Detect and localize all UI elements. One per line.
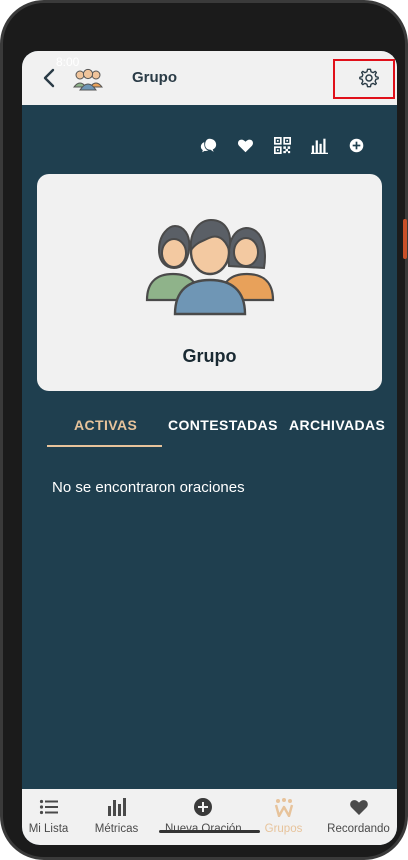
group-avatar-icon bbox=[72, 68, 104, 91]
chat-bubbles-icon[interactable] bbox=[200, 137, 217, 154]
gear-icon[interactable] bbox=[358, 67, 380, 89]
nav-mi-lista[interactable]: Mi Lista bbox=[22, 797, 86, 835]
nav-label: Mi Lista bbox=[28, 823, 69, 835]
home-indicator[interactable] bbox=[159, 830, 260, 833]
plus-circle-icon bbox=[193, 798, 212, 816]
page-title: Grupo bbox=[132, 69, 177, 86]
phone-frame: 8:00 Grupo Grupo ACTIVAS CONTESTADAS ARC… bbox=[0, 0, 408, 860]
top-app-bar: 8:00 Grupo bbox=[22, 51, 397, 105]
tab-archivadas[interactable]: ARCHIVADAS bbox=[289, 417, 385, 433]
tab-activas[interactable]: ACTIVAS bbox=[74, 417, 137, 433]
nav-metricas[interactable]: Métricas bbox=[79, 797, 154, 835]
nav-label: Recordando bbox=[327, 823, 390, 835]
empty-state-message: No se encontraron oraciones bbox=[52, 479, 245, 496]
active-tab-indicator bbox=[47, 445, 162, 447]
groups-icon bbox=[274, 798, 293, 817]
side-button bbox=[403, 219, 407, 259]
heart-icon[interactable] bbox=[237, 137, 254, 154]
prayer-tabs: ACTIVAS CONTESTADAS ARCHIVADAS bbox=[22, 411, 397, 447]
nav-recordando[interactable]: Recordando bbox=[321, 797, 396, 835]
tab-contestadas[interactable]: CONTESTADAS bbox=[168, 417, 278, 433]
group-people-icon bbox=[145, 218, 275, 316]
group-card: Grupo bbox=[37, 174, 382, 391]
chevron-left-icon[interactable] bbox=[40, 67, 60, 89]
list-icon bbox=[39, 799, 58, 815]
heart-icon bbox=[349, 800, 368, 815]
group-actions-row bbox=[200, 137, 365, 154]
nav-label: Métricas bbox=[94, 823, 139, 835]
nav-label: Nueva Oración bbox=[165, 823, 242, 835]
bottom-navigation: Mi Lista Métricas Nueva Oración Grupos R… bbox=[22, 789, 397, 845]
bar-chart-icon[interactable] bbox=[311, 137, 328, 154]
group-name: Grupo bbox=[182, 346, 237, 366]
nav-label: Grupos bbox=[264, 823, 303, 835]
plus-circle-icon[interactable] bbox=[348, 137, 365, 154]
bar-chart-icon bbox=[107, 798, 126, 816]
qr-code-icon[interactable] bbox=[274, 137, 291, 154]
app-screen: 8:00 Grupo Grupo ACTIVAS CONTESTADAS ARC… bbox=[22, 51, 397, 845]
